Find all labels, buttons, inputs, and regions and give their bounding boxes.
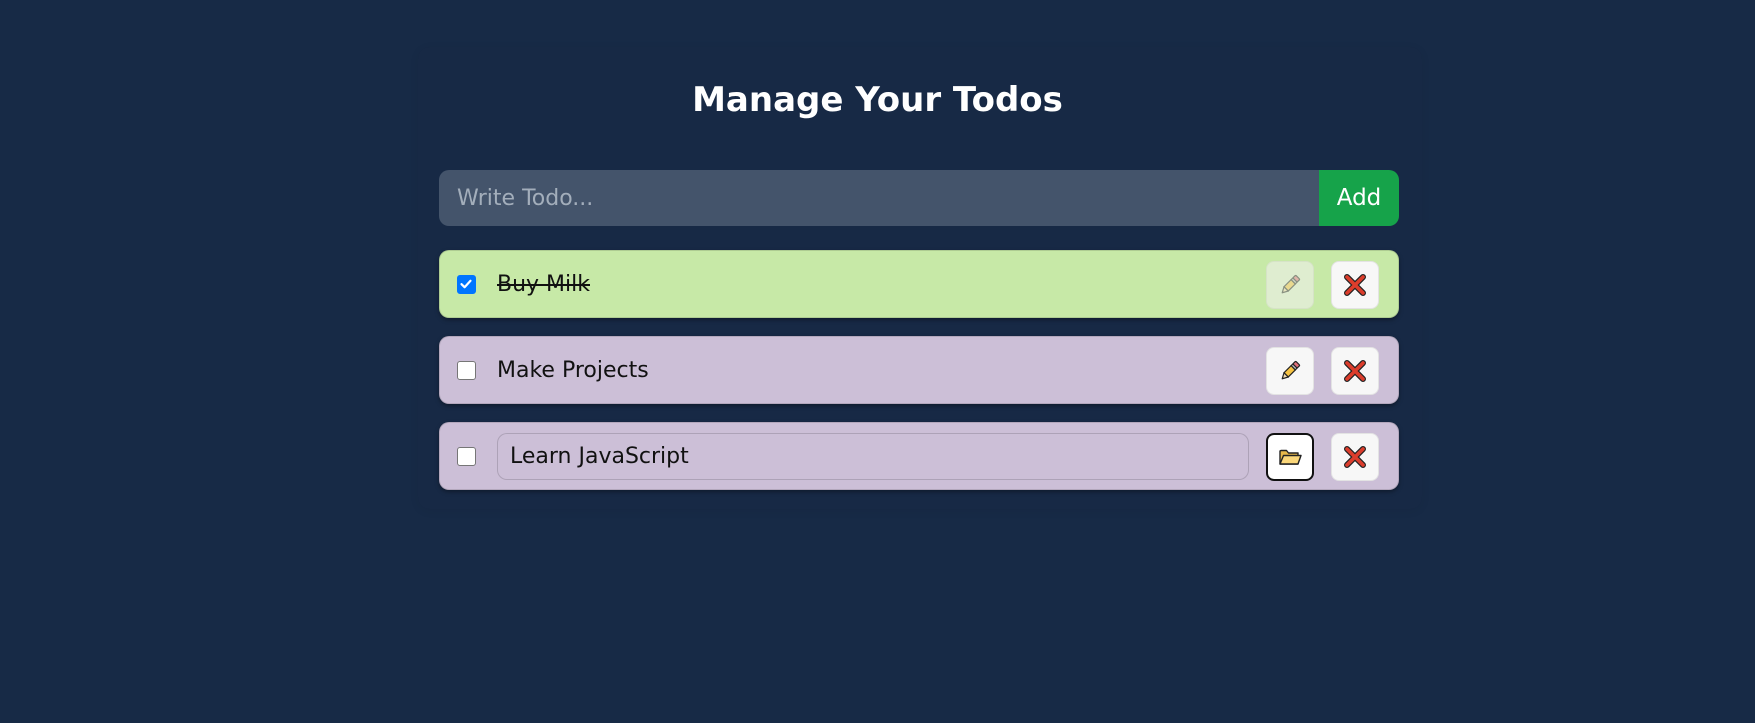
save-button[interactable] bbox=[1266, 433, 1314, 481]
todo-input[interactable] bbox=[439, 170, 1319, 226]
todo-edit-input[interactable] bbox=[497, 433, 1249, 480]
checkmark-icon bbox=[460, 279, 472, 289]
todo-text: Buy Milk bbox=[497, 272, 590, 297]
delete-button[interactable] bbox=[1331, 261, 1379, 309]
todo-item: Buy Milk bbox=[439, 250, 1399, 318]
todo-checkbox[interactable] bbox=[457, 361, 476, 380]
close-icon bbox=[1344, 274, 1366, 296]
add-todo-form: Add bbox=[439, 170, 1399, 226]
pencil-icon bbox=[1281, 360, 1301, 380]
todo-item: Make Projects bbox=[439, 336, 1399, 404]
add-button[interactable]: Add bbox=[1319, 170, 1399, 226]
todo-text: Make Projects bbox=[497, 358, 649, 383]
edit-button[interactable] bbox=[1266, 347, 1314, 395]
folder-icon bbox=[1279, 449, 1302, 465]
todo-item bbox=[439, 422, 1399, 490]
edit-button[interactable] bbox=[1266, 261, 1314, 309]
pencil-icon bbox=[1281, 274, 1301, 294]
delete-button[interactable] bbox=[1331, 433, 1379, 481]
todo-checkbox[interactable] bbox=[457, 275, 476, 294]
todo-checkbox[interactable] bbox=[457, 447, 476, 466]
close-icon bbox=[1344, 360, 1366, 382]
page-title: Manage Your Todos bbox=[692, 80, 1063, 120]
delete-button[interactable] bbox=[1331, 347, 1379, 395]
close-icon bbox=[1344, 446, 1366, 468]
